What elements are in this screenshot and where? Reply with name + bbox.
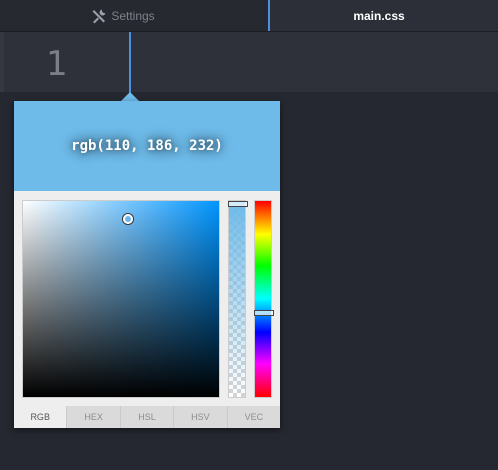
color-mode-tab-rgb[interactable]: RGB	[14, 406, 67, 428]
line-number: 1	[46, 44, 68, 84]
alpha-slider[interactable]	[228, 200, 248, 398]
text-cursor	[129, 32, 131, 100]
tools-icon	[91, 8, 107, 24]
alpha-gradient	[229, 201, 245, 397]
tab-main-css-label: main.css	[353, 8, 405, 23]
color-mode-tabs: RGB HEX HSL HSV VEC	[14, 406, 281, 428]
alpha-slider-handle[interactable]	[228, 201, 248, 207]
color-mode-tab-hex[interactable]: HEX	[66, 406, 120, 428]
color-picker-popup: rgb(110, 186, 232) RGB HEX HSL HSV VEC	[14, 101, 281, 428]
color-preview: rgb(110, 186, 232)	[14, 101, 280, 191]
color-mode-tab-vec[interactable]: VEC	[226, 406, 281, 428]
gutter-line: 1	[0, 32, 130, 92]
saturation-value-area[interactable]	[22, 200, 220, 398]
tab-settings[interactable]: Settings	[0, 0, 268, 31]
gutter-edge	[0, 32, 4, 92]
tab-bar: Settings main.css	[0, 0, 498, 32]
hue-slider-handle[interactable]	[254, 309, 274, 316]
tab-settings-label: Settings	[111, 8, 155, 23]
color-mode-tab-hsl[interactable]: HSL	[119, 406, 174, 428]
hue-slider[interactable]	[254, 200, 274, 398]
picker-pointer-arrow	[121, 92, 139, 101]
color-mode-tab-hsv[interactable]: HSV	[173, 406, 227, 428]
color-value-text: rgb(110, 186, 232)	[71, 138, 223, 154]
tab-main-css[interactable]: main.css	[268, 0, 498, 31]
saturation-value-handle[interactable]	[122, 213, 133, 224]
active-line-highlight[interactable]	[131, 32, 498, 92]
